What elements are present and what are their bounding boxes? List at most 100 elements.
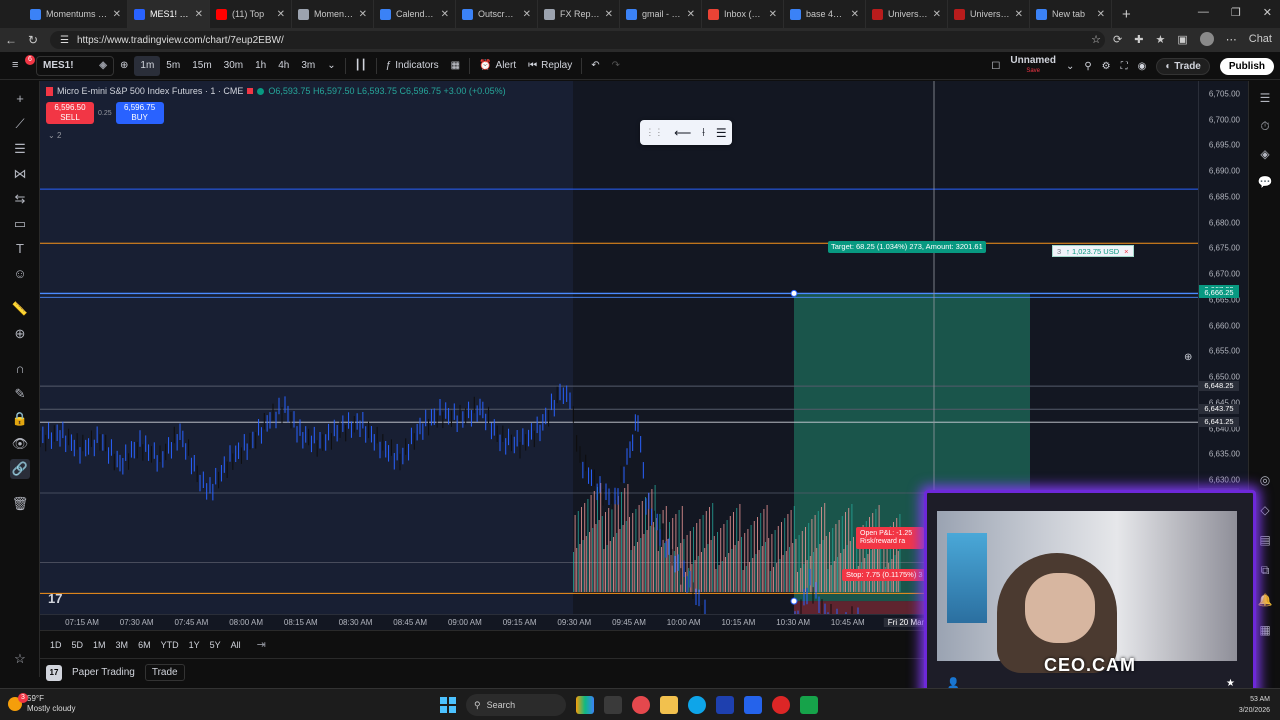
interval-dropdown-icon[interactable]: ⌄ <box>321 56 341 76</box>
alerts-clock-icon[interactable]: ⏱ <box>1256 117 1274 135</box>
chart-type-candles-icon[interactable]: ┃┃ <box>349 56 373 76</box>
range-1d-button[interactable]: 1D <box>50 640 62 650</box>
interval-15m-button[interactable]: 15m <box>186 56 217 76</box>
crosshair-icon[interactable]: + <box>10 89 30 109</box>
browser-tab[interactable]: Momentums Revenue ✕ <box>24 0 128 28</box>
add-alert-plus-icon[interactable]: ⊕ <box>1184 352 1192 363</box>
taskbar-search[interactable]: ⚲ Search <box>466 694 566 716</box>
store-icon[interactable] <box>716 696 734 714</box>
new-tab-button[interactable]: + <box>1122 6 1131 23</box>
close-position-icon[interactable]: × <box>1124 246 1128 256</box>
close-tab-icon[interactable]: ✕ <box>523 9 531 20</box>
site-info-icon[interactable]: ☰ <box>60 35 69 46</box>
edge-icon[interactable] <box>688 696 706 714</box>
interval-5m-button[interactable]: 5m <box>160 56 186 76</box>
fib-retracement-icon[interactable]: ☰ <box>10 139 30 159</box>
range-1m-button[interactable]: 1M <box>93 640 106 650</box>
paper-trading-label[interactable]: Paper Trading <box>72 667 135 678</box>
close-tab-icon[interactable]: ✕ <box>113 9 121 20</box>
close-tab-icon[interactable]: ✕ <box>1015 9 1023 20</box>
range-1y-button[interactable]: 1Y <box>189 640 200 650</box>
link-icon[interactable]: 🔗 <box>10 459 30 479</box>
trade-button[interactable]: ◐ Trade <box>1156 57 1210 75</box>
dom-grid-icon[interactable]: ▦ <box>1256 621 1274 639</box>
browser-tab[interactable]: University P ✕ <box>948 0 1030 28</box>
browser-tab[interactable]: University P ✕ <box>866 0 948 28</box>
extensions-icon[interactable]: ✚ <box>1134 33 1143 46</box>
text-tool-icon[interactable]: T <box>10 239 30 259</box>
layout-select-icon[interactable]: ☐ <box>991 61 1000 72</box>
minimize-icon[interactable]: — <box>1198 6 1209 19</box>
magnet-icon[interactable]: ∩ <box>10 359 30 379</box>
notifications-bell-icon[interactable]: 🔔 <box>1256 591 1274 609</box>
browser-tab[interactable]: Momentum ✕ <box>292 0 374 28</box>
shapes-icon[interactable]: ▭ <box>10 214 30 234</box>
file-explorer-icon[interactable] <box>660 696 678 714</box>
forecast-icon[interactable]: ⇆ <box>10 189 30 209</box>
copilot-icon[interactable] <box>576 696 594 714</box>
close-tab-icon[interactable]: ✕ <box>933 9 941 20</box>
youtube-icon[interactable] <box>772 696 790 714</box>
lock-icon[interactable]: 🔒 <box>10 409 30 429</box>
layout-name-button[interactable]: Unnamed Save <box>1010 56 1056 76</box>
address-bar[interactable]: ☰ https://www.tradingview.com/chart/7eup… <box>50 31 1105 49</box>
compare-symbol-button[interactable]: ⊕ <box>114 56 134 76</box>
browser-tab[interactable]: gmail - Sear ✕ <box>620 0 702 28</box>
open-pl-label[interactable]: Open P&L: -1.25 Risk/reward ra <box>856 527 924 549</box>
browser-tab[interactable]: Outscraper ✕ <box>456 0 538 28</box>
visibility-eye-icon[interactable]: 👁 <box>10 434 30 454</box>
target-icon[interactable]: ◎ <box>1256 471 1274 489</box>
range-6m-button[interactable]: 6M <box>138 640 151 650</box>
chats-icon[interactable]: 💬 <box>1256 173 1274 191</box>
close-tab-icon[interactable]: ✕ <box>687 9 695 20</box>
sell-button[interactable]: 6,596.50 SELL <box>46 102 94 124</box>
interval-4h-button[interactable]: 4h <box>272 56 295 76</box>
chrome-icon[interactable] <box>632 696 650 714</box>
alert-button[interactable]: ⏰ Alert <box>473 56 522 76</box>
profile-avatar[interactable] <box>1199 32 1214 46</box>
tv-menu[interactable]: ≡ 6 <box>0 52 36 80</box>
pattern-icon[interactable]: ⋈ <box>10 164 30 184</box>
close-tab-icon[interactable]: ✕ <box>851 9 859 20</box>
ideas-icon[interactable]: ◇ <box>1256 501 1274 519</box>
range-all-button[interactable]: All <box>231 640 241 650</box>
close-tab-icon[interactable]: ✕ <box>769 9 777 20</box>
tradingview-logo[interactable]: 17 <box>48 591 62 606</box>
ruler-icon[interactable]: 📏 <box>10 299 30 319</box>
settings-gear-icon[interactable]: ⚙ <box>1102 61 1111 72</box>
reload-icon[interactable]: ↻ <box>22 33 44 47</box>
bookmark-star-icon[interactable]: ☆ <box>1091 33 1101 46</box>
interval-1m-button[interactable]: 1m <box>134 55 161 76</box>
drag-handle-icon[interactable]: ⋮⋮ <box>645 127 663 138</box>
range-5y-button[interactable]: 5Y <box>210 640 221 650</box>
buy-button[interactable]: 6,596.75 BUY <box>115 102 164 124</box>
horizontal-line-icon[interactable]: ⟵ <box>674 126 691 140</box>
browser-tab[interactable]: FX Replay - ✕ <box>538 0 620 28</box>
redo-icon[interactable]: ↷ <box>606 56 626 76</box>
quick-search-icon[interactable]: ⚲ <box>1084 61 1091 72</box>
browser-tab[interactable]: MES1! 6,596 ✕ <box>128 0 210 28</box>
range-3m-button[interactable]: 3M <box>116 640 129 650</box>
indicator-templates-icon[interactable]: ▦ <box>445 56 466 76</box>
position-pnl-label[interactable]: 3 ↑ 1,023.75 USD × <box>1052 245 1134 257</box>
system-clock[interactable]: 53 AM 3/20/2026 <box>1239 694 1270 716</box>
snapshot-camera-icon[interactable]: ◉ <box>1138 61 1147 72</box>
close-tab-icon[interactable]: ✕ <box>277 9 285 20</box>
object-tree-icon[interactable]: ◈ <box>1256 145 1274 163</box>
windows-start-icon[interactable] <box>440 697 456 713</box>
weather-widget[interactable]: 3 59°F Mostly cloudy <box>8 693 75 714</box>
outlook-icon[interactable] <box>744 696 762 714</box>
target-label[interactable]: Target: 68.25 (1.034%) 273, Amount: 3201… <box>828 241 986 253</box>
task-view-icon[interactable] <box>604 696 622 714</box>
close-tab-icon[interactable]: ✕ <box>359 9 367 20</box>
browser-tab[interactable]: Calendar | F ✕ <box>374 0 456 28</box>
stay-drawing-icon[interactable]: ✎ <box>10 384 30 404</box>
chevron-down-icon[interactable]: ⌄ <box>1066 61 1074 72</box>
close-tab-icon[interactable]: ✕ <box>605 9 613 20</box>
vertical-line-icon[interactable]: ⟊ <box>702 125 705 140</box>
close-tab-icon[interactable]: ✕ <box>1097 9 1105 20</box>
hotlist-icon[interactable]: ⧉ <box>1256 561 1274 579</box>
more-menu-icon[interactable]: ⋯ <box>1226 33 1237 46</box>
sync-icon[interactable]: ⟳ <box>1113 33 1122 46</box>
close-tab-icon[interactable]: ✕ <box>195 9 203 20</box>
